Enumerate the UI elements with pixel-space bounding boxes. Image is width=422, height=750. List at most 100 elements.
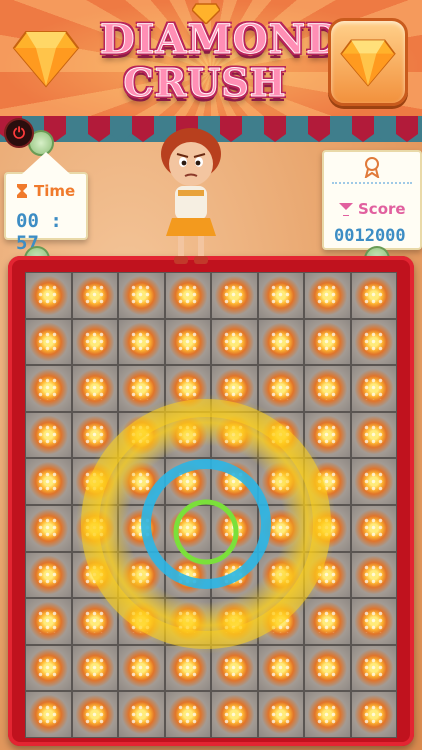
gem-tile[interactable]	[304, 365, 351, 412]
awning-flag	[110, 116, 132, 142]
gem-tile[interactable]	[71, 644, 118, 692]
title-banner: DIAMOND CRUSH	[0, 0, 422, 120]
gem-tile[interactable]	[257, 458, 304, 505]
logo-line-2: CRUSH	[123, 60, 287, 105]
gem-tile[interactable]	[350, 644, 397, 692]
gem-tile[interactable]	[25, 598, 72, 645]
gem-tile[interactable]	[350, 691, 397, 738]
gem-tile[interactable]	[71, 318, 118, 366]
gem-tile[interactable]	[118, 504, 165, 552]
gem-tile[interactable]	[304, 644, 351, 692]
gem-tile[interactable]	[304, 551, 351, 599]
gem-tile[interactable]	[71, 504, 118, 552]
gem-tile[interactable]	[71, 691, 118, 738]
gem-tile[interactable]	[164, 691, 211, 738]
power-button[interactable]: ⏻	[4, 118, 34, 148]
girl-character	[161, 128, 221, 264]
awning-flag	[374, 116, 396, 142]
gem-tile[interactable]	[71, 458, 118, 505]
gem-tile[interactable]	[257, 504, 304, 552]
gem-tile[interactable]	[257, 551, 304, 599]
gem-tile[interactable]	[257, 411, 304, 459]
ribbon-medal-icon	[364, 157, 380, 178]
gem-tile[interactable]	[211, 272, 258, 319]
gem-tile[interactable]	[211, 458, 258, 505]
gem-tile[interactable]	[71, 551, 118, 599]
gem-tile[interactable]	[164, 365, 211, 412]
gem-tile[interactable]	[211, 644, 258, 692]
gem-tile[interactable]	[257, 272, 304, 319]
gem-tile[interactable]	[71, 272, 118, 319]
gem-tile[interactable]	[25, 411, 72, 459]
gem-tile[interactable]	[25, 458, 72, 505]
gem-tile[interactable]	[304, 318, 351, 366]
gem-tile[interactable]	[304, 272, 351, 319]
gem-shop-button[interactable]	[328, 18, 408, 106]
awning-flag	[66, 116, 88, 142]
gem-tile[interactable]	[304, 411, 351, 459]
gem-tile[interactable]	[118, 365, 165, 412]
gem-tile[interactable]	[304, 458, 351, 505]
gem-tile[interactable]	[25, 691, 72, 738]
gem-tile[interactable]	[118, 691, 165, 738]
gem-tile[interactable]	[350, 458, 397, 505]
power-icon: ⏻	[13, 124, 25, 142]
diamond-icon	[12, 31, 80, 88]
gem-tile[interactable]	[211, 365, 258, 412]
gem-tile[interactable]	[118, 318, 165, 366]
gem-tile[interactable]	[118, 411, 165, 459]
gem-tile[interactable]	[164, 318, 211, 366]
gem-tile[interactable]	[257, 598, 304, 645]
game-logo: DIAMOND CRUSH	[100, 3, 341, 114]
gem-tile[interactable]	[304, 691, 351, 738]
gem-tile[interactable]	[118, 644, 165, 692]
gem-tile[interactable]	[350, 598, 397, 645]
gem-tile[interactable]	[350, 365, 397, 412]
gem-tile[interactable]	[211, 691, 258, 738]
gem-tile[interactable]	[164, 551, 211, 599]
gem-tile[interactable]	[211, 598, 258, 645]
gem-tile[interactable]	[211, 504, 258, 552]
gem-tile[interactable]	[118, 272, 165, 319]
awning-flag	[286, 116, 308, 142]
awning-flag	[396, 116, 418, 142]
gem-tile[interactable]	[25, 365, 72, 412]
gem-tile[interactable]	[118, 551, 165, 599]
gem-tile[interactable]	[118, 458, 165, 505]
gem-tile[interactable]	[25, 318, 72, 366]
game-board[interactable]	[25, 272, 397, 738]
gem-tile[interactable]	[350, 551, 397, 599]
awning-flag	[418, 116, 422, 137]
gem-tile[interactable]	[257, 365, 304, 412]
gem-tile[interactable]	[164, 272, 211, 319]
gem-tile[interactable]	[211, 551, 258, 599]
crown-gem-icon	[192, 3, 220, 24]
gem-tile[interactable]	[211, 411, 258, 459]
gem-tile[interactable]	[304, 504, 351, 552]
gem-tile[interactable]	[71, 411, 118, 459]
gem-tile[interactable]	[164, 504, 211, 552]
gem-tile[interactable]	[25, 551, 72, 599]
gem-tile[interactable]	[257, 644, 304, 692]
gem-tile[interactable]	[304, 598, 351, 645]
gem-tile[interactable]	[71, 598, 118, 645]
gem-tile[interactable]	[211, 318, 258, 366]
dotted-divider	[332, 182, 412, 184]
gem-tile[interactable]	[25, 504, 72, 552]
gem-tile[interactable]	[350, 504, 397, 552]
awning-flag	[264, 116, 286, 142]
gem-tile[interactable]	[350, 272, 397, 319]
gem-tile[interactable]	[164, 598, 211, 645]
gem-tile[interactable]	[350, 411, 397, 459]
gem-tile[interactable]	[118, 598, 165, 645]
gem-tile[interactable]	[25, 644, 72, 692]
gem-tile[interactable]	[25, 272, 72, 319]
gem-tile[interactable]	[164, 458, 211, 505]
gem-tile[interactable]	[350, 318, 397, 366]
gem-tile[interactable]	[257, 318, 304, 366]
score-label: Score	[358, 200, 406, 218]
gem-tile[interactable]	[164, 644, 211, 692]
gem-tile[interactable]	[257, 691, 304, 738]
gem-tile[interactable]	[164, 411, 211, 459]
gem-tile[interactable]	[71, 365, 118, 412]
